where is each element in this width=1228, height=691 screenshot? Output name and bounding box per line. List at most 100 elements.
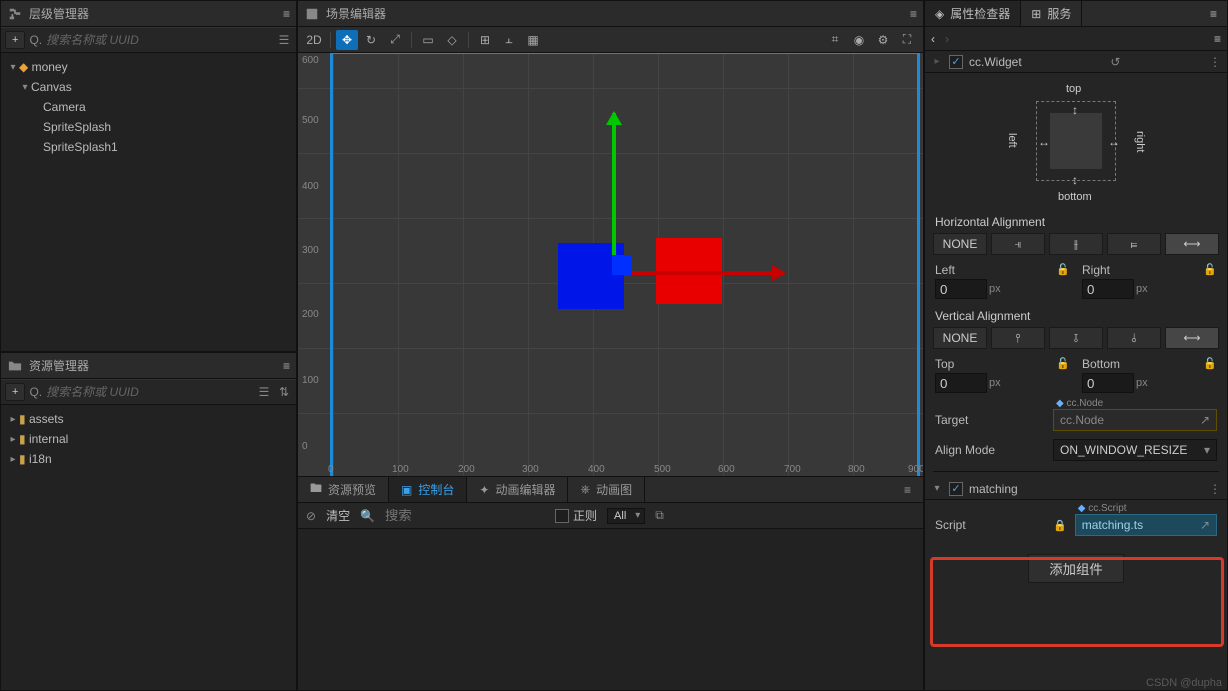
tab-services[interactable]: ⊞服务 bbox=[1021, 1, 1082, 26]
scene-viewport[interactable]: 600 500 400 300 200 100 0 0 100 200 300 … bbox=[298, 53, 923, 477]
ruler-x: 0 100 200 300 400 500 600 700 800 900 bbox=[332, 459, 923, 475]
component-script-header[interactable]: ▾ ✓ matching ⋮ bbox=[925, 478, 1227, 500]
lock-icon[interactable]: 🔒 bbox=[1053, 519, 1067, 532]
v-align-top[interactable]: ⫯ bbox=[991, 327, 1045, 349]
script-picker-icon[interactable]: ↗ bbox=[1200, 518, 1210, 532]
script-field[interactable]: ◆ cc.Script matching.ts ↗ bbox=[1075, 514, 1217, 536]
nav-forward-icon[interactable]: › bbox=[945, 32, 949, 46]
cube-icon: ◈ bbox=[935, 7, 944, 21]
filter-icon[interactable]: ☰ bbox=[256, 384, 272, 400]
alignmode-dropdown[interactable]: ON_WINDOW_RESIZE▾ bbox=[1053, 439, 1217, 461]
inspector-nav-menu[interactable]: ≡ bbox=[1201, 32, 1221, 46]
folder-internal[interactable]: ▸▮ internal bbox=[1, 429, 296, 449]
folder-i18n[interactable]: ▸▮ i18n bbox=[1, 449, 296, 469]
inspector-nav: ‹ › ≡ bbox=[925, 27, 1227, 51]
ruler-y: 600 500 400 300 200 100 0 bbox=[300, 53, 330, 457]
scene-editor-icon bbox=[304, 6, 320, 22]
tab-anim-editor[interactable]: ✦动画编辑器 bbox=[467, 477, 568, 502]
photo-icon[interactable]: ◉ bbox=[848, 30, 870, 50]
lock-icon[interactable]: 🔓 bbox=[1203, 357, 1217, 371]
list-icon[interactable]: ☰ bbox=[276, 32, 292, 48]
v-align-none[interactable]: NONE bbox=[933, 327, 987, 349]
top-input[interactable] bbox=[935, 373, 987, 393]
h-align-right[interactable]: ⫢ bbox=[1107, 233, 1161, 255]
left-input[interactable] bbox=[935, 279, 987, 299]
widget-enable-checkbox[interactable]: ✓ bbox=[949, 55, 963, 69]
alignmode-row: Align Mode ON_WINDOW_RESIZE▾ bbox=[925, 435, 1227, 465]
script-menu-icon[interactable]: ⋮ bbox=[1209, 482, 1221, 496]
caret-icon: ▸ bbox=[931, 56, 943, 67]
ban-icon[interactable]: ⊘ bbox=[306, 509, 316, 523]
tree-node-root[interactable]: ▾◆ money bbox=[1, 57, 296, 77]
lock-icon[interactable]: 🔓 bbox=[1203, 263, 1217, 277]
v-align-bottom[interactable]: ⫰ bbox=[1107, 327, 1161, 349]
hierarchy-menu-icon[interactable]: ≡ bbox=[270, 7, 290, 21]
anchor-tool[interactable]: ◇ bbox=[441, 30, 463, 50]
filter-dropdown[interactable]: All bbox=[607, 508, 645, 524]
lock-icon[interactable]: 🔓 bbox=[1056, 357, 1070, 371]
hierarchy-add-button[interactable]: + bbox=[5, 31, 25, 49]
scale-tool[interactable]: ⤢ bbox=[384, 30, 406, 50]
v-align-middle[interactable]: ⫱ bbox=[1049, 327, 1103, 349]
expand-icon[interactable]: ⛶ bbox=[896, 30, 918, 50]
tab-asset-preview[interactable]: 🖿资源预览 bbox=[298, 477, 389, 502]
h-align-left[interactable]: ⫣ bbox=[991, 233, 1045, 255]
hierarchy-search-input[interactable] bbox=[46, 33, 272, 47]
snap-tool[interactable]: ⊞ bbox=[474, 30, 496, 50]
grid-tool[interactable]: ▦ bbox=[522, 30, 544, 50]
tab-console[interactable]: ▣控制台 bbox=[389, 477, 467, 502]
reset-icon[interactable]: ↺ bbox=[1110, 55, 1120, 69]
assets-title: 资源管理器 bbox=[29, 357, 264, 374]
right-input[interactable] bbox=[1082, 279, 1134, 299]
mode-2d-button[interactable]: 2D bbox=[303, 30, 325, 50]
copy-icon[interactable]: ⧉ bbox=[655, 508, 664, 523]
folder-icon: 🖿 bbox=[310, 479, 322, 500]
gizmo-y-axis[interactable] bbox=[612, 113, 616, 273]
h-align-stretch[interactable]: ⟷ bbox=[1165, 233, 1219, 255]
v-align-label: Vertical Alignment bbox=[925, 303, 1227, 327]
script-enable-checkbox[interactable]: ✓ bbox=[949, 482, 963, 496]
tree-node-sprite2[interactable]: SpriteSplash1 bbox=[1, 137, 296, 157]
widget-menu-icon[interactable]: ⋮ bbox=[1209, 55, 1221, 69]
target-picker-icon[interactable]: ↗ bbox=[1200, 413, 1210, 427]
regex-checkbox[interactable]: 正则 bbox=[555, 507, 597, 524]
bottom-tabs: 🖿资源预览 ▣控制台 ✦动画编辑器 ⎈动画图 ≡ bbox=[298, 477, 923, 503]
bottom-input[interactable] bbox=[1082, 373, 1134, 393]
camera-icon[interactable]: ⌗ bbox=[824, 30, 846, 50]
scene-panel: 场景编辑器 ≡ 2D ✥ ↻ ⤢ ▭ ◇ ⊞ ⫠ ▦ ⌗ ◉ ⚙ ⛶ 600 5… bbox=[297, 0, 924, 476]
anchor-inner[interactable] bbox=[1050, 113, 1102, 169]
gear-icon[interactable]: ⚙ bbox=[872, 30, 894, 50]
assets-menu-icon[interactable]: ≡ bbox=[270, 359, 290, 373]
sort-icon[interactable]: ⇅ bbox=[276, 384, 292, 400]
rect-tool[interactable]: ▭ bbox=[417, 30, 439, 50]
folder-assets[interactable]: ▸▮ assets bbox=[1, 409, 296, 429]
component-widget-header[interactable]: ▸ ✓ cc.Widget ↺ ⋮ bbox=[925, 51, 1227, 73]
clear-button[interactable]: 清空 bbox=[326, 507, 350, 524]
v-align-stretch[interactable]: ⟷ bbox=[1165, 327, 1219, 349]
assets-search-input[interactable] bbox=[46, 385, 252, 399]
tab-anim-graph[interactable]: ⎈动画图 bbox=[568, 477, 645, 502]
bottom-menu-icon[interactable]: ≡ bbox=[892, 477, 923, 502]
rotate-tool[interactable]: ↻ bbox=[360, 30, 382, 50]
assets-add-button[interactable]: + bbox=[5, 383, 25, 401]
move-tool[interactable]: ✥ bbox=[336, 30, 358, 50]
tree-node-camera[interactable]: Camera bbox=[1, 97, 296, 117]
assets-searchbar: + Q. ☰ ⇅ bbox=[1, 379, 296, 405]
h-align-none[interactable]: NONE bbox=[933, 233, 987, 255]
lock-icon[interactable]: 🔓 bbox=[1056, 263, 1070, 277]
tree-node-canvas[interactable]: ▾Canvas bbox=[1, 77, 296, 97]
target-field[interactable]: ◆ cc.Node cc.Node ↗ bbox=[1053, 409, 1217, 431]
tab-inspector[interactable]: ◈属性检查器 bbox=[925, 1, 1021, 26]
add-component-button[interactable]: 添加组件 bbox=[1028, 554, 1123, 583]
nav-back-icon[interactable]: ‹ bbox=[931, 32, 935, 46]
inspector-menu-icon[interactable]: ≡ bbox=[1200, 1, 1227, 26]
gizmo-origin[interactable] bbox=[612, 255, 632, 275]
align-tool[interactable]: ⫠ bbox=[498, 30, 520, 50]
h-align-center[interactable]: ⫲ bbox=[1049, 233, 1103, 255]
scene-menu-icon[interactable]: ≡ bbox=[897, 7, 917, 21]
console-search-input[interactable] bbox=[385, 508, 545, 523]
assets-header: 资源管理器 ≡ bbox=[1, 353, 296, 379]
assets-icon bbox=[7, 358, 23, 374]
gizmo-x-axis[interactable] bbox=[614, 271, 784, 275]
tree-node-sprite1[interactable]: SpriteSplash bbox=[1, 117, 296, 137]
